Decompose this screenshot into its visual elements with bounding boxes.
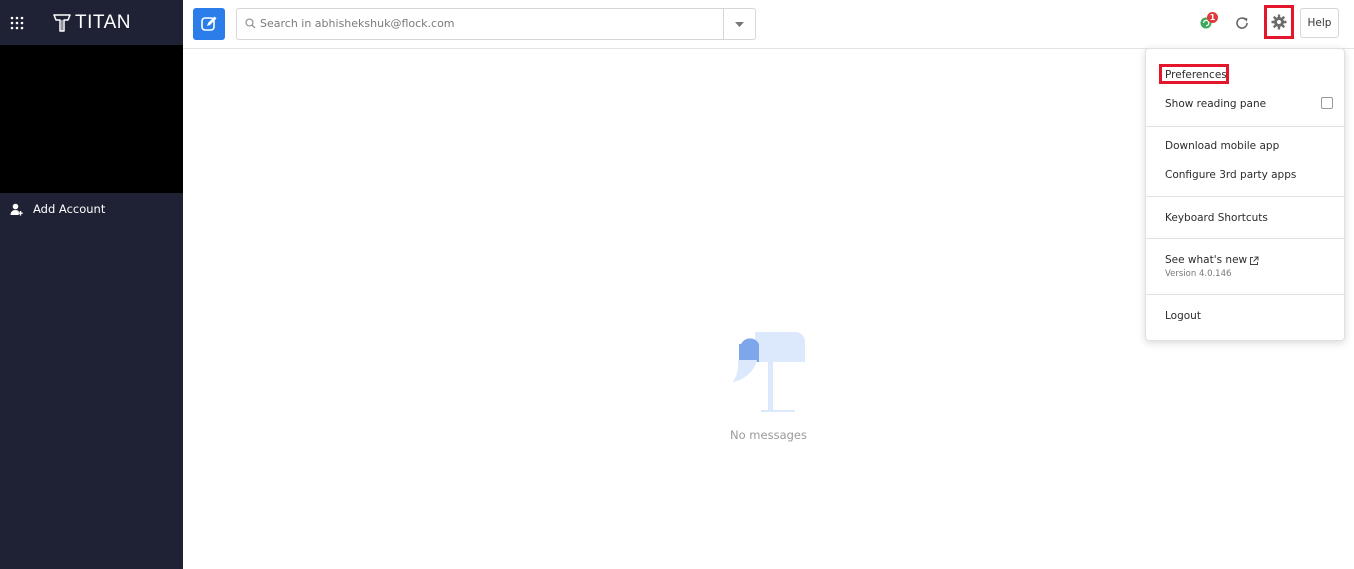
search-options-button[interactable] bbox=[724, 9, 755, 39]
menu-divider bbox=[1146, 126, 1344, 127]
version-text: Version 4.0.146 bbox=[1165, 269, 1232, 279]
help-button[interactable]: Help bbox=[1300, 8, 1339, 38]
caret-down-icon bbox=[735, 21, 744, 27]
compose-button[interactable] bbox=[193, 8, 225, 40]
menu-item-preferences[interactable]: Preferences bbox=[1165, 69, 1227, 81]
add-account-label: Add Account bbox=[33, 202, 106, 216]
refresh-icon[interactable] bbox=[1234, 15, 1250, 31]
search-box bbox=[236, 8, 756, 40]
titan-logo-icon bbox=[53, 14, 71, 32]
add-user-icon bbox=[10, 203, 23, 215]
reading-pane-checkbox[interactable] bbox=[1321, 97, 1333, 109]
add-account-button[interactable]: Add Account bbox=[10, 200, 105, 218]
menu-item-download-mobile-app[interactable]: Download mobile app bbox=[1165, 140, 1279, 152]
sidebar-header: TITAN bbox=[0, 0, 183, 45]
compose-icon bbox=[201, 16, 217, 31]
empty-mailbox-illustration bbox=[733, 332, 805, 412]
grid-icon[interactable] bbox=[10, 16, 24, 30]
menu-divider bbox=[1146, 196, 1344, 197]
logo-text: TITAN bbox=[75, 12, 131, 33]
menu-divider bbox=[1146, 238, 1344, 239]
account-banner bbox=[0, 45, 183, 193]
menu-item-show-reading-pane[interactable]: Show reading pane bbox=[1165, 98, 1266, 110]
notification-badge: 1 bbox=[1207, 12, 1218, 23]
titan-logo: TITAN bbox=[53, 11, 131, 35]
empty-state-text: No messages bbox=[730, 428, 807, 442]
external-link-icon bbox=[1250, 256, 1259, 265]
menu-divider bbox=[1146, 294, 1344, 295]
search-icon bbox=[245, 18, 256, 29]
gear-icon bbox=[1271, 14, 1287, 30]
search-input[interactable] bbox=[260, 9, 720, 37]
menu-item-keyboard-shortcuts[interactable]: Keyboard Shortcuts bbox=[1165, 212, 1268, 224]
menu-item-configure-3rd-party-apps[interactable]: Configure 3rd party apps bbox=[1165, 169, 1296, 181]
settings-button[interactable] bbox=[1264, 5, 1294, 39]
menu-item-logout[interactable]: Logout bbox=[1165, 310, 1201, 322]
menu-item-see-whats-new[interactable]: See what's new bbox=[1165, 254, 1247, 266]
settings-menu: Preferences Show reading pane Download m… bbox=[1145, 48, 1345, 341]
